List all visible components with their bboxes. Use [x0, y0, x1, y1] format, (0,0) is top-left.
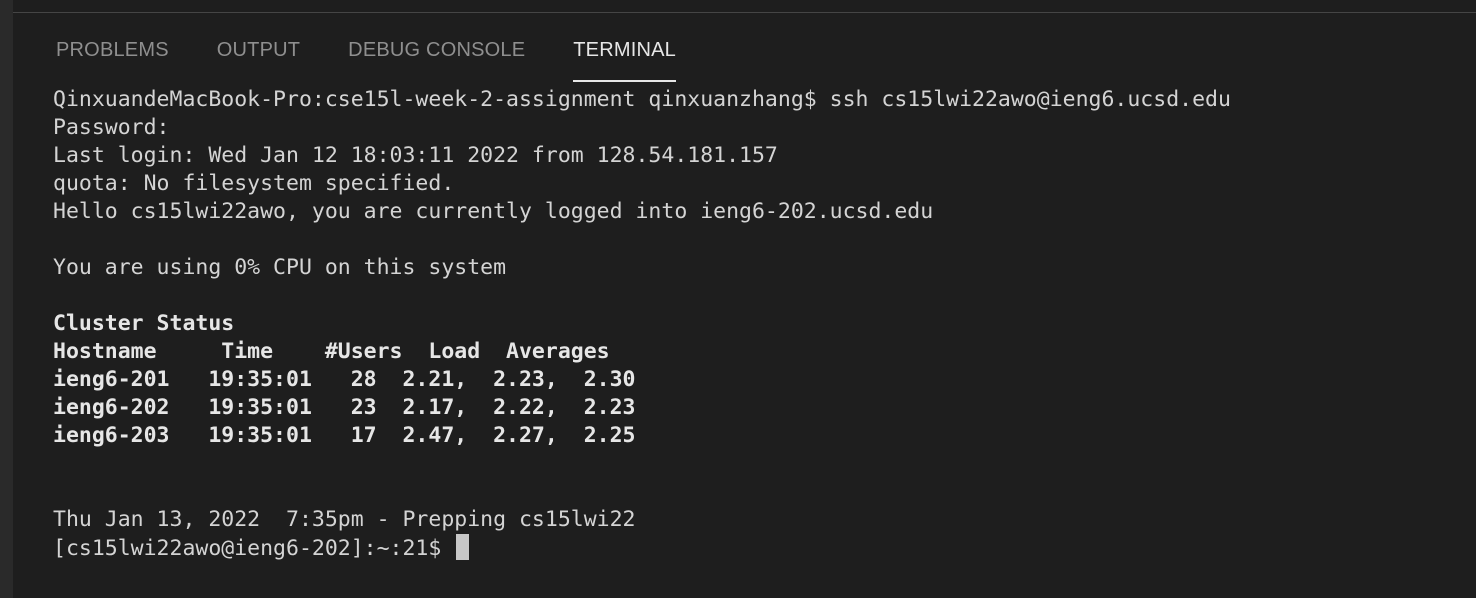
cluster-table-header: Hostname Time #Users Load Averages — [53, 339, 610, 364]
terminal-line-cpu: You are using 0% CPU on this system — [53, 255, 507, 280]
cluster-row-ieng6-202: ieng6-202 19:35:01 23 2.17, 2.22, 2.23 — [53, 395, 636, 420]
terminal-line-prepping: Thu Jan 13, 2022 7:35pm - Prepping cs15l… — [53, 507, 636, 532]
terminal-line-ssh-command: QinxuandeMacBook-Pro:cse15l-week-2-assig… — [53, 87, 1231, 112]
terminal-line-hello: Hello cs15lwi22awo, you are currently lo… — [53, 199, 934, 224]
terminal-prompt: [cs15lwi22awo@ieng6-202]:~:21$ — [53, 536, 455, 561]
cluster-row-ieng6-203: ieng6-203 19:35:01 17 2.47, 2.27, 2.25 — [53, 423, 636, 448]
terminal-cursor — [456, 534, 470, 560]
terminal-prompt-line[interactable]: [cs15lwi22awo@ieng6-202]:~:21$ — [53, 534, 1453, 562]
panel-top-border — [13, 12, 1476, 13]
terminal-output[interactable]: QinxuandeMacBook-Pro:cse15l-week-2-assig… — [53, 86, 1453, 562]
panel-tabs: PROBLEMS OUTPUT DEBUG CONSOLE TERMINAL — [32, 26, 700, 82]
cluster-status-heading: Cluster Status — [53, 311, 235, 336]
tab-debug-console[interactable]: DEBUG CONSOLE — [324, 26, 549, 82]
terminal-panel: PROBLEMS OUTPUT DEBUG CONSOLE TERMINAL Q… — [0, 0, 1476, 598]
tab-problems[interactable]: PROBLEMS — [32, 26, 193, 82]
tab-output[interactable]: OUTPUT — [193, 26, 324, 82]
cluster-row-ieng6-201: ieng6-201 19:35:01 28 2.21, 2.23, 2.30 — [53, 367, 636, 392]
terminal-line-last-login: Last login: Wed Jan 12 18:03:11 2022 fro… — [53, 143, 778, 168]
terminal-line-quota: quota: No filesystem specified. — [53, 171, 455, 196]
terminal-line-password: Password: — [53, 115, 170, 140]
left-border — [0, 0, 13, 598]
tab-terminal[interactable]: TERMINAL — [549, 26, 700, 82]
